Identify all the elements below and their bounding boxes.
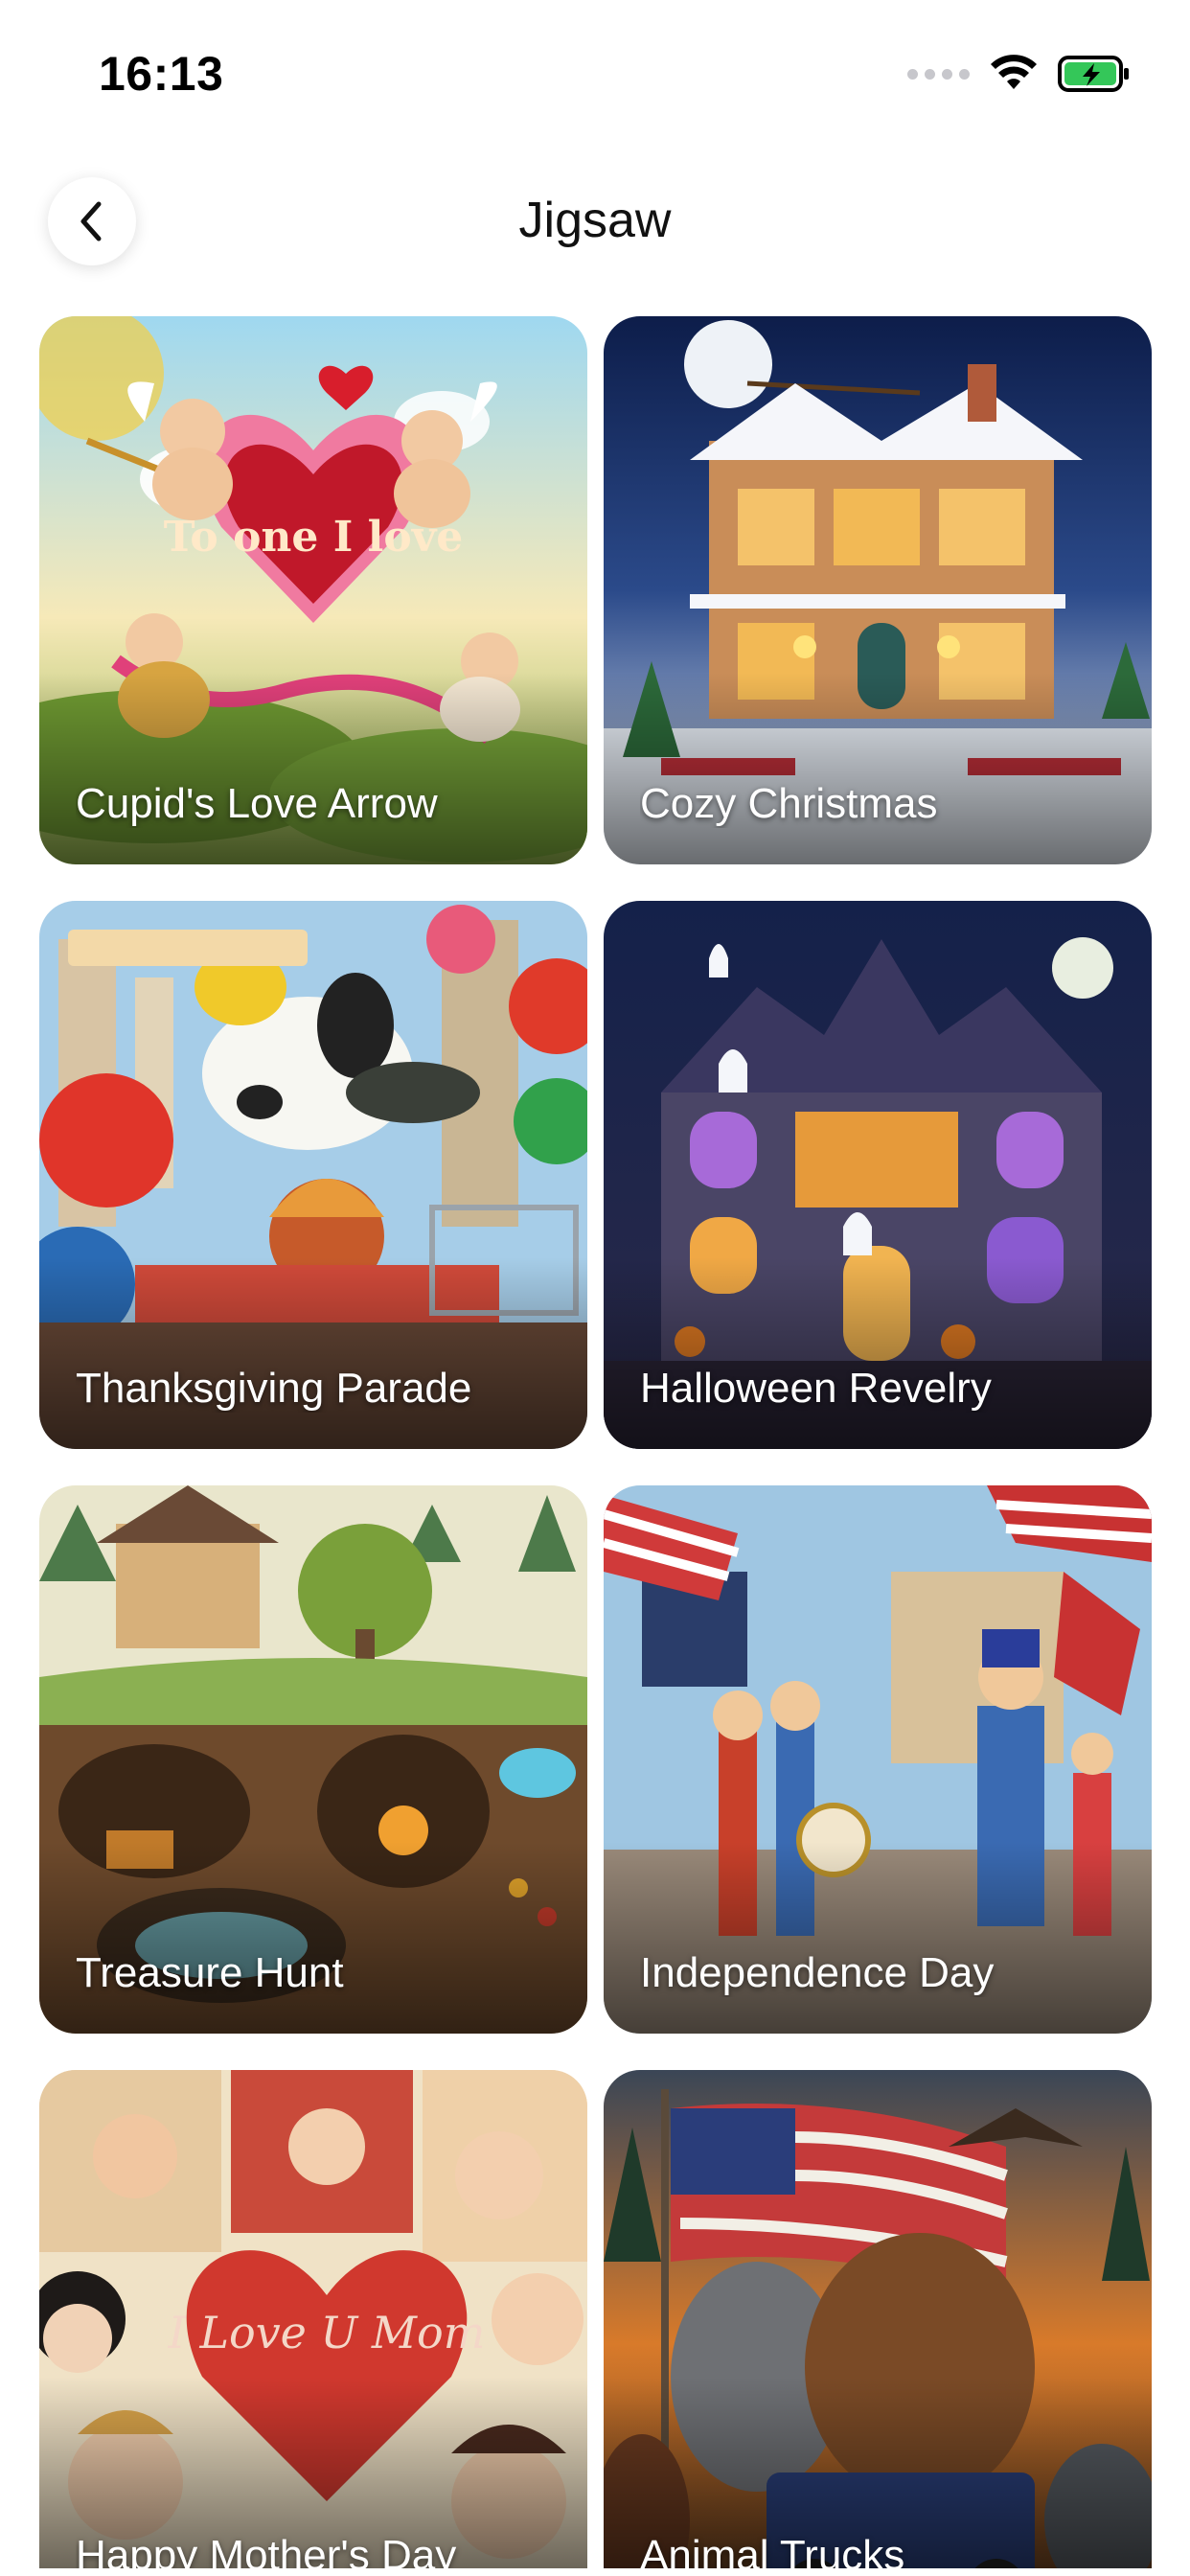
puzzle-title: Animal Trucks [640, 2532, 905, 2568]
puzzle-title: Cupid's Love Arrow [76, 780, 438, 827]
puzzle-grid: To one I love Cupid's Love Arrow Cozy Ch… [39, 316, 1152, 2568]
puzzle-title: Halloween Revelry [640, 1365, 992, 1412]
page-title: Jigsaw [518, 193, 672, 248]
status-icons [907, 53, 1131, 95]
puzzle-card-halloween-revelry[interactable]: Halloween Revelry [604, 901, 1152, 1449]
status-time: 16:13 [99, 47, 224, 101]
status-bar: 16:13 [0, 0, 1190, 144]
puzzle-card-treasure-hunt[interactable]: Treasure Hunt [39, 1485, 587, 2034]
nav-bar: Jigsaw [0, 163, 1190, 278]
puzzle-card-cozy-christmas[interactable]: Cozy Christmas [604, 316, 1152, 864]
puzzle-card-independence-day[interactable]: Independence Day [604, 1485, 1152, 2034]
mothers-day-art-text: I Love U Mom [168, 2307, 486, 2358]
puzzle-card-thanksgiving-parade[interactable]: Thanksgiving Parade [39, 901, 587, 1449]
puzzle-card-cupids-love-arrow[interactable]: To one I love Cupid's Love Arrow [39, 316, 587, 864]
puzzle-title: Happy Mother's Day [76, 2532, 457, 2568]
puzzle-title: Cozy Christmas [640, 780, 938, 827]
puzzle-title: Thanksgiving Parade [76, 1365, 472, 1412]
cellular-signal-icon [907, 68, 970, 80]
cupid-art-text: To one I love [164, 513, 464, 562]
puzzle-title: Independence Day [640, 1949, 995, 1996]
puzzle-card-animal-trucks[interactable]: Animal Trucks [604, 2070, 1152, 2568]
puzzle-card-happy-mothers-day[interactable]: I Love U Mom Happy Mother's Day [39, 2070, 587, 2568]
puzzle-title: Treasure Hunt [76, 1949, 344, 1996]
battery-charging-icon [1058, 56, 1129, 92]
wifi-icon [991, 55, 1037, 89]
